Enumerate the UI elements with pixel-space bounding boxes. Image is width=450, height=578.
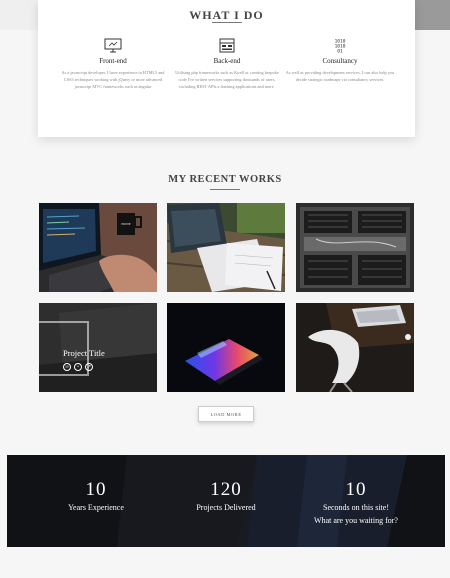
- service-description: As a javascript developer, I have experi…: [61, 70, 165, 89]
- service-description: As well as providing development service…: [285, 70, 395, 82]
- what-i-do-title: WHAT I DO: [189, 8, 264, 22]
- monitor-icon: [104, 38, 122, 53]
- recent-works-title: MY RECENT WORKS: [168, 174, 282, 185]
- binary-icon: 1010 1010 01: [335, 39, 346, 54]
- svg-text:PRIME: PRIME: [121, 222, 130, 226]
- work-server-rack[interactable]: [296, 203, 414, 292]
- share-icon[interactable]: ↗: [85, 363, 93, 371]
- link-icon[interactable]: ∞: [63, 363, 71, 371]
- zoom-icon[interactable]: +: [74, 363, 82, 371]
- top-background-left: [0, 0, 38, 30]
- server-code-icon: [219, 38, 235, 53]
- work-desk-chair[interactable]: [296, 303, 414, 392]
- stat-seconds-on-site: 10 Seconds on this site! What are you wa…: [297, 480, 415, 526]
- stat-value: 120: [210, 479, 242, 500]
- project-actions: ∞ + ↗: [63, 363, 93, 371]
- what-i-do-section: WHAT I DO Front-end As a javascript deve…: [38, 0, 415, 137]
- stat-projects-delivered: 120 Projects Delivered: [176, 480, 276, 513]
- work-notebook-tablet[interactable]: [167, 203, 285, 292]
- load-more-button[interactable]: LOAD MORE: [198, 406, 254, 422]
- stat-value: 10: [85, 479, 107, 500]
- stats-banner: 10 Years Experience 120 Projects Deliver…: [7, 455, 445, 547]
- service-consultancy: 1010 1010 01 Consultancy As well as prov…: [285, 38, 395, 83]
- stat-label-secondary: What are you waiting for?: [314, 516, 398, 525]
- work-glowing-keyboard[interactable]: [167, 303, 285, 392]
- project-title: Project Title: [63, 348, 105, 358]
- stat-label: Projects Delivered: [196, 503, 256, 512]
- stat-label: Seconds on this site!: [323, 503, 389, 512]
- stat-years-experience: 10 Years Experience: [51, 480, 141, 513]
- title-divider: [211, 22, 242, 23]
- service-title: Consultancy: [322, 57, 358, 65]
- service-title: Back-end: [213, 57, 241, 65]
- work-laptop-coding[interactable]: PRIME: [39, 203, 157, 292]
- work-featured-project[interactable]: Project Title ∞ + ↗: [39, 303, 157, 392]
- service-front-end: Front-end As a javascript developer, I h…: [58, 38, 168, 90]
- stat-label: Years Experience: [68, 503, 124, 512]
- service-title: Front-end: [99, 57, 127, 65]
- top-background-right: [415, 0, 450, 30]
- svg-text:01: 01: [337, 49, 343, 54]
- title-divider: [210, 189, 240, 190]
- stat-value: 10: [345, 479, 367, 500]
- service-back-end: Back-end Utilising php frameworks such a…: [172, 38, 282, 90]
- service-description: Utilising php frameworks such as Kirell …: [175, 70, 279, 89]
